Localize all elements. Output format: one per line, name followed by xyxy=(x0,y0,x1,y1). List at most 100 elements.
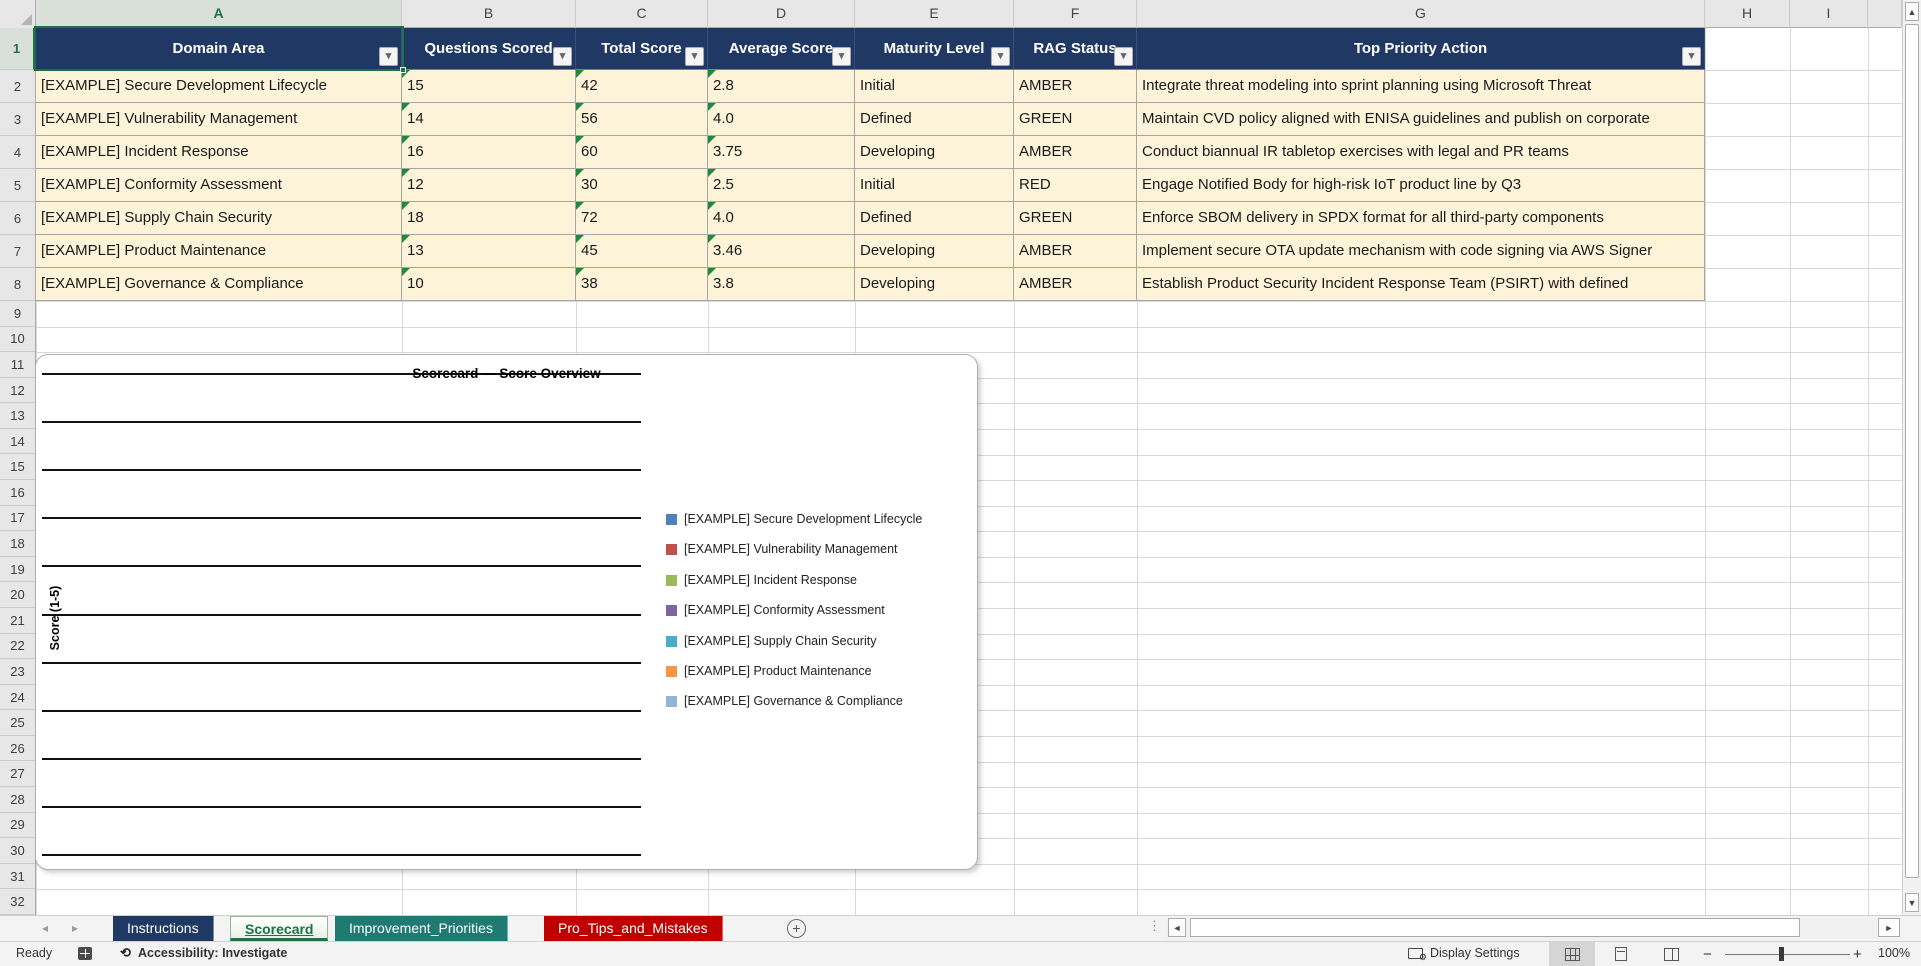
cell-B8[interactable]: 10 xyxy=(402,268,576,301)
filter-button[interactable]: ▾ xyxy=(832,47,851,66)
row-header-26[interactable]: 26 xyxy=(0,736,35,762)
row-header-19[interactable]: 19 xyxy=(0,557,35,583)
column-header-C[interactable]: C xyxy=(576,0,708,28)
row-header-5[interactable]: 5 xyxy=(0,169,35,202)
cell-B6[interactable]: 18 xyxy=(402,202,576,235)
row-header-32[interactable]: 32 xyxy=(0,889,35,915)
normal-view-button[interactable] xyxy=(1549,942,1595,966)
column-header-partial[interactable] xyxy=(1868,0,1902,28)
cell-C3[interactable]: 56 xyxy=(576,103,708,136)
scroll-up-button[interactable]: ▲ xyxy=(1905,2,1919,21)
legend-item[interactable]: [EXAMPLE] Product Maintenance xyxy=(666,664,922,681)
row-header-14[interactable]: 14 xyxy=(0,429,35,455)
sheet-tab-scorecard[interactable]: Scorecard xyxy=(230,916,328,941)
row-header-15[interactable]: 15 xyxy=(0,455,35,481)
cell-B4[interactable]: 16 xyxy=(402,136,576,169)
legend-item[interactable]: [EXAMPLE] Conformity Assessment xyxy=(666,603,922,620)
vertical-scrollbar-thumb[interactable] xyxy=(1905,24,1919,878)
row-header-10[interactable]: 10 xyxy=(0,327,35,353)
legend-item[interactable]: [EXAMPLE] Secure Development Lifecycle xyxy=(666,512,922,529)
row-header-3[interactable]: 3 xyxy=(0,103,35,136)
row-header-24[interactable]: 24 xyxy=(0,685,35,711)
scroll-left-button[interactable]: ◄ xyxy=(1168,918,1186,937)
row-header-7[interactable]: 7 xyxy=(0,235,35,268)
filter-button[interactable]: ▾ xyxy=(1114,47,1133,66)
cell-E4[interactable]: Developing xyxy=(855,136,1014,169)
zoom-in-button[interactable]: + xyxy=(1853,946,1862,963)
cell-C7[interactable]: 45 xyxy=(576,235,708,268)
row-header-17[interactable]: 17 xyxy=(0,506,35,532)
cell-A7[interactable]: [EXAMPLE] Product Maintenance xyxy=(36,235,402,268)
cell-D7[interactable]: 3.46 xyxy=(708,235,855,268)
display-settings-button[interactable]: Display Settings xyxy=(1430,946,1520,960)
select-all-button[interactable] xyxy=(0,0,36,28)
cell-F5[interactable]: RED xyxy=(1014,169,1137,202)
cell-F2[interactable]: AMBER xyxy=(1014,70,1137,103)
cell-D2[interactable]: 2.8 xyxy=(708,70,855,103)
row-header-25[interactable]: 25 xyxy=(0,710,35,736)
cell-A3[interactable]: [EXAMPLE] Vulnerability Management xyxy=(36,103,402,136)
cell-D3[interactable]: 4.0 xyxy=(708,103,855,136)
cell-G4[interactable]: Conduct biannual IR tabletop exercises w… xyxy=(1137,136,1705,169)
column-header-A[interactable]: A xyxy=(36,0,402,28)
cell-C4[interactable]: 60 xyxy=(576,136,708,169)
column-header-E[interactable]: E xyxy=(855,0,1014,28)
cell-E3[interactable]: Defined xyxy=(855,103,1014,136)
scroll-down-button[interactable]: ▼ xyxy=(1905,893,1919,912)
cell-F8[interactable]: AMBER xyxy=(1014,268,1137,301)
row-header-4[interactable]: 4 xyxy=(0,136,35,169)
cell-E2[interactable]: Initial xyxy=(855,70,1014,103)
cell-A5[interactable]: [EXAMPLE] Conformity Assessment xyxy=(36,169,402,202)
cell-B3[interactable]: 14 xyxy=(402,103,576,136)
cell-B5[interactable]: 12 xyxy=(402,169,576,202)
cell-F7[interactable]: AMBER xyxy=(1014,235,1137,268)
row-header-31[interactable]: 31 xyxy=(0,864,35,890)
filter-button[interactable]: ▾ xyxy=(685,47,704,66)
row-header-9[interactable]: 9 xyxy=(0,301,35,327)
cell-G3[interactable]: Maintain CVD policy aligned with ENISA g… xyxy=(1137,103,1705,136)
cell-D8[interactable]: 3.8 xyxy=(708,268,855,301)
horizontal-scrollbar[interactable]: ◄ ► xyxy=(1166,918,1902,939)
horizontal-scrollbar-thumb[interactable] xyxy=(1190,918,1800,937)
cell-D5[interactable]: 2.5 xyxy=(708,169,855,202)
row-header-28[interactable]: 28 xyxy=(0,787,35,813)
cell-A8[interactable]: [EXAMPLE] Governance & Compliance xyxy=(36,268,402,301)
cell-E5[interactable]: Initial xyxy=(855,169,1014,202)
column-header-D[interactable]: D xyxy=(708,0,855,28)
zoom-level[interactable]: 100% xyxy=(1878,946,1910,960)
filter-button[interactable]: ▾ xyxy=(1682,47,1701,66)
cell-G2[interactable]: Integrate threat modeling into sprint pl… xyxy=(1137,70,1705,103)
cell-D4[interactable]: 3.75 xyxy=(708,136,855,169)
cell-E6[interactable]: Defined xyxy=(855,202,1014,235)
cell-C5[interactable]: 30 xyxy=(576,169,708,202)
page-layout-view-button[interactable] xyxy=(1598,942,1644,966)
row-header-13[interactable]: 13 xyxy=(0,403,35,429)
row-header-27[interactable]: 27 xyxy=(0,762,35,788)
cell-F4[interactable]: AMBER xyxy=(1014,136,1137,169)
row-header-21[interactable]: 21 xyxy=(0,608,35,634)
sheet-tab-instructions[interactable]: Instructions xyxy=(113,916,214,941)
cell-G8[interactable]: Establish Product Security Incident Resp… xyxy=(1137,268,1705,301)
cell-C6[interactable]: 72 xyxy=(576,202,708,235)
score-overview-chart[interactable]: Scorecard — Score Overview Score (1-5) [… xyxy=(35,354,978,870)
column-header-B[interactable]: B xyxy=(402,0,576,28)
cell-F6[interactable]: GREEN xyxy=(1014,202,1137,235)
column-header-G[interactable]: G xyxy=(1137,0,1705,28)
vertical-scrollbar[interactable]: ▲ ▼ xyxy=(1902,0,1921,915)
row-header-20[interactable]: 20 xyxy=(0,582,35,608)
column-header-H[interactable]: H xyxy=(1705,0,1790,28)
row-header-16[interactable]: 16 xyxy=(0,480,35,506)
sheet-tab-improvement_priorities[interactable]: Improvement_Priorities xyxy=(335,916,508,941)
legend-item[interactable]: [EXAMPLE] Governance & Compliance xyxy=(666,694,922,711)
filter-button[interactable]: ▾ xyxy=(379,47,398,66)
row-header-11[interactable]: 11 xyxy=(0,352,35,378)
row-header-23[interactable]: 23 xyxy=(0,659,35,685)
macro-record-icon[interactable] xyxy=(78,947,92,960)
cell-A2[interactable]: [EXAMPLE] Secure Development Lifecycle xyxy=(36,70,402,103)
filter-button[interactable]: ▾ xyxy=(553,47,572,66)
cell-E7[interactable]: Developing xyxy=(855,235,1014,268)
row-header-8[interactable]: 8 xyxy=(0,268,35,301)
accessibility-status[interactable]: Accessibility: Investigate xyxy=(138,946,287,960)
cell-E8[interactable]: Developing xyxy=(855,268,1014,301)
row-header-18[interactable]: 18 xyxy=(0,531,35,557)
